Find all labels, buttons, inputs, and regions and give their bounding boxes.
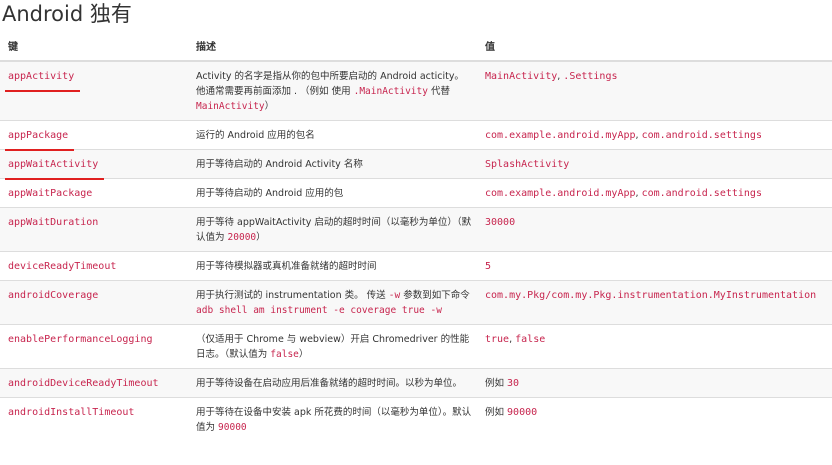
column-header-key: 键 — [0, 30, 188, 62]
value-code: MainActivity — [485, 71, 558, 82]
table-row: androidCoverage 用于执行测试的 instrumentation … — [0, 280, 832, 325]
key-appWaitActivity: appWaitActivity — [4, 159, 105, 180]
desc-text: 代替 — [427, 86, 450, 97]
desc-code: 90000 — [218, 422, 247, 433]
desc-text: ） — [298, 349, 309, 360]
key-androidCoverage: androidCoverage — [8, 290, 99, 301]
desc-text: ） — [264, 101, 275, 112]
desc-text: 用于等待设备在启动应用后准备就绪的超时时间。以秒为单位。 — [196, 378, 463, 389]
table-row: androidDeviceReadyTimeout 用于等待设备在启动应用后准备… — [0, 368, 832, 398]
value-code: true — [485, 334, 510, 345]
value-code: 5 — [485, 261, 492, 272]
key-androidDeviceReadyTimeout: androidDeviceReadyTimeout — [8, 378, 159, 389]
desc-text: 运行的 Android 应用的包名 — [196, 130, 315, 141]
key-deviceReadyTimeout: deviceReadyTimeout — [8, 261, 117, 272]
column-header-desc: 描述 — [188, 30, 477, 62]
value-code: 90000 — [507, 407, 538, 418]
value-code: .Settings — [563, 71, 618, 82]
desc-text: （仅适用于 Chrome 与 webview）开启 Chromedriver 的… — [196, 334, 470, 360]
table-row: androidInstallTimeout 用于等待在设备中安装 apk 所花费… — [0, 397, 832, 441]
value-code: com.example.android.myApp — [485, 188, 636, 199]
value-code: com.android.settings — [641, 130, 762, 141]
value-code: 30 — [507, 378, 520, 389]
key-appActivity: appActivity — [4, 71, 81, 92]
table-row: enablePerformanceLogging （仅适用于 Chrome 与 … — [0, 324, 832, 369]
value-code: com.my.Pkg/com.my.Pkg.instrumentation.My… — [485, 290, 817, 301]
desc-text: 用于等待模拟器或真机准备就绪的超时时间 — [196, 261, 377, 272]
desc-code: adb shell am instrument -e coverage true… — [196, 305, 442, 316]
value-prefix: 例如 — [485, 378, 508, 389]
table-row: appWaitDuration 用于等待 appWaitActivity 启动的… — [0, 207, 832, 252]
value-code: SplashActivity — [485, 159, 570, 170]
desc-text: 用于等待启动的 Android 应用的包 — [196, 188, 344, 199]
key-appPackage: appPackage — [4, 130, 75, 151]
key-enablePerformanceLogging: enablePerformanceLogging — [8, 334, 153, 345]
value-code: false — [515, 334, 546, 345]
value-code: com.android.settings — [641, 188, 762, 199]
page-title: Android 独有 — [2, 2, 132, 26]
table-row: appWaitActivity 用于等待启动的 Android Activity… — [0, 149, 832, 180]
key-appWaitDuration: appWaitDuration — [8, 217, 99, 228]
desc-text: 用于执行测试的 instrumentation 类。 传送 — [196, 290, 389, 301]
column-header-value: 值 — [477, 30, 832, 62]
table-header-row: 键 描述 值 — [0, 30, 832, 62]
table-row: deviceReadyTimeout 用于等待模拟器或真机准备就绪的超时时间 5 — [0, 251, 832, 281]
capabilities-table: 键 描述 值 appActivity Activity 的名字是指从你的包中所要… — [0, 30, 832, 441]
table-row: appWaitPackage 用于等待启动的 Android 应用的包 com.… — [0, 178, 832, 208]
desc-code: MainActivity — [196, 101, 265, 112]
key-appWaitPackage: appWaitPackage — [8, 188, 93, 199]
desc-text: 参数到如下命令 — [400, 290, 470, 301]
value-prefix: 例如 — [485, 407, 508, 418]
value-code: com.example.android.myApp — [485, 130, 636, 141]
desc-code: 20000 — [227, 232, 257, 243]
desc-code: .MainActivity — [353, 86, 428, 97]
desc-text: ） — [256, 232, 266, 243]
table-row: appPackage 运行的 Android 应用的包名 com.example… — [0, 120, 832, 151]
desc-code: false — [270, 349, 299, 360]
desc-code: -w — [388, 290, 401, 301]
value-code: 30000 — [485, 217, 516, 228]
desc-text: 用于等待启动的 Android Activity 名称 — [196, 159, 363, 170]
key-androidInstallTimeout: androidInstallTimeout — [8, 407, 135, 418]
table-row: appActivity Activity 的名字是指从你的包中所要启动的 And… — [0, 60, 832, 121]
